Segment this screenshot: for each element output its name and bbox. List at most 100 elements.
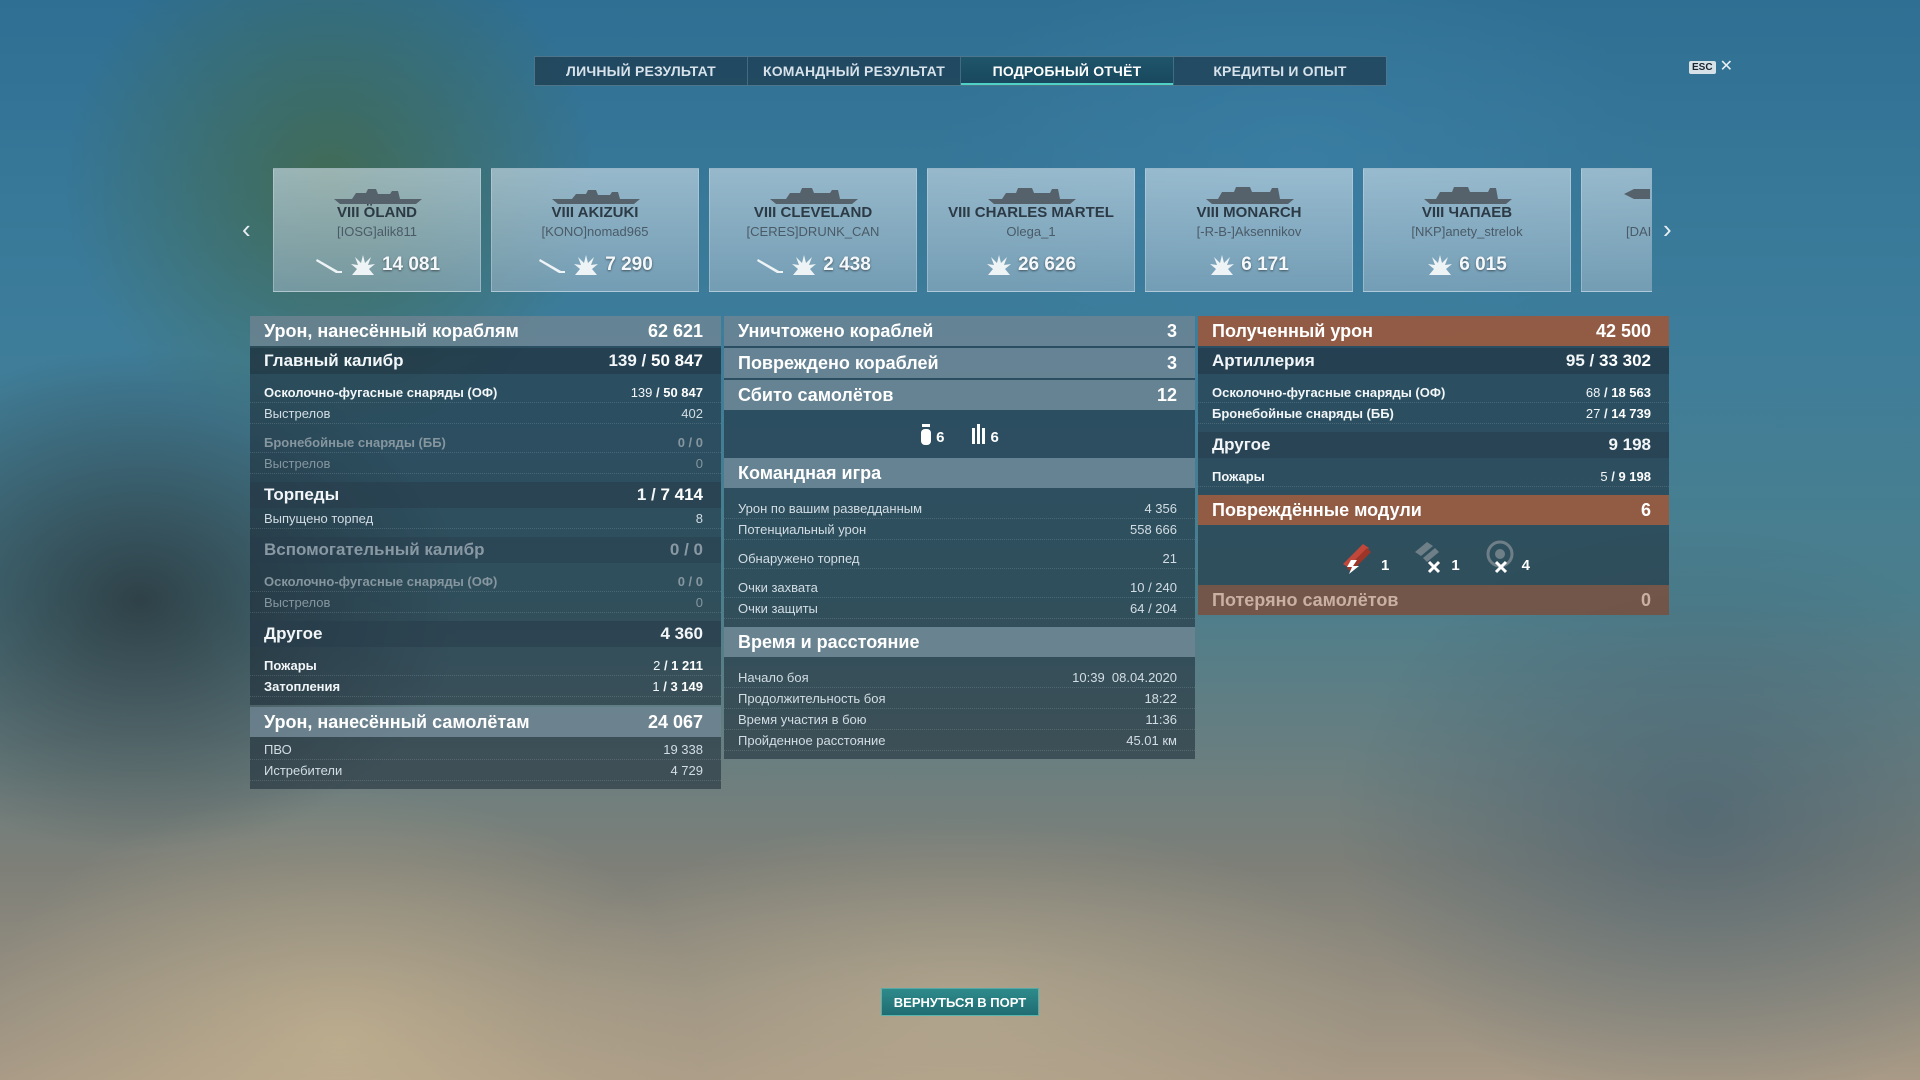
battle-duration-label: Продолжительность боя: [738, 690, 886, 706]
ship-damage-value: 26 626: [1017, 254, 1077, 275]
damaged-ships-label: Повреждено кораблей: [738, 352, 939, 373]
other-damage-row: Другое 4 360: [250, 621, 721, 647]
ship-card[interactable]: [DAI: [1581, 168, 1652, 292]
secondary-he-value: 0 / 0: [677, 573, 703, 589]
distance-value: 45.01 км: [1126, 732, 1177, 748]
turret-module-count: 4: [1521, 557, 1531, 574]
defense-points-value: 64 / 204: [1130, 600, 1177, 616]
turret-module-icon: [1486, 540, 1514, 574]
bomb-count: 6: [936, 429, 945, 446]
received-damage-label: Полученный урон: [1212, 320, 1373, 341]
received-other-label: Другое: [1212, 435, 1271, 454]
tab-credits-xp[interactable]: КРЕДИТЫ И ОПЫТ: [1174, 57, 1386, 85]
damage-icon: [792, 255, 817, 275]
received-other-value: 9 198: [1608, 435, 1651, 454]
time-distance-header: Время и расстояние: [724, 627, 1195, 657]
received-damage-panel: Полученный урон 42 500 Артиллерия 95 / 3…: [1198, 316, 1669, 495]
torpedoes-launched-label: Выпущено торпед: [264, 510, 374, 526]
time-in-battle-label: Время участия в бою: [738, 711, 867, 727]
potential-damage-value: 558 666: [1130, 521, 1177, 537]
ap-shots-label: Выстрелов: [264, 455, 331, 471]
ship-card[interactable]: VIII CLEVELAND [CERES]DRUNK_CAN 2 438: [709, 168, 917, 292]
received-he-row: Осколочно-фугасные снаряды (ОФ) 68 / 18 …: [1198, 382, 1669, 403]
close-button[interactable]: ESC ✕: [1689, 59, 1733, 75]
carousel-prev-arrow[interactable]: ‹: [242, 216, 251, 242]
secondary-he-row: Осколочно-фугасные снаряды (ОФ) 0 / 0: [250, 571, 721, 592]
fighters-value: 4 729: [670, 762, 703, 778]
destroyed-ships-row: Уничтожено кораблей 3: [724, 316, 1195, 346]
ship-card[interactable]: VIII AKIZUKI [KONO]nomad965 7 290: [491, 168, 699, 292]
tab-personal-result[interactable]: ЛИЧНЫЙ РЕЗУЛЬТАТ: [535, 57, 748, 85]
main-battery-value: 139 / 50 847: [608, 351, 703, 370]
ship-damage-panel: Урон, нанесённый кораблям 62 621 Главный…: [250, 316, 721, 705]
potential-damage-row: Потенциальный урон 558 666: [724, 519, 1195, 540]
ap-shots-value: 0: [695, 455, 703, 471]
defense-points-row: Очки защиты 64 / 204: [724, 598, 1195, 619]
esc-key-label: ESC: [1689, 60, 1716, 74]
lost-planes-label: Потеряно самолётов: [1212, 589, 1399, 610]
tab-team-result[interactable]: КОМАНДНЫЙ РЕЗУЛЬТАТ: [748, 57, 961, 85]
return-to-port-button[interactable]: ВЕРНУТЬСЯ В ПОРТ: [881, 988, 1039, 1016]
artillery-label: Артиллерия: [1212, 351, 1315, 370]
aa-gun-icon: [971, 424, 985, 444]
ship-damage-value: 2 438: [823, 254, 871, 275]
ship-card[interactable]: VIII CHARLES MARTEL Olega_1 26 626: [927, 168, 1135, 292]
fires-row: Пожары 2 / 1 211: [250, 655, 721, 676]
received-damage-value: 42 500: [1595, 320, 1651, 341]
aa-label: ПВО: [264, 741, 292, 757]
aa-row: ПВО 19 338: [250, 739, 721, 760]
torpedo-tube-module-icon: [1415, 542, 1441, 574]
damage-icon: [1428, 255, 1453, 275]
damaged-modules-label: Повреждённые модули: [1212, 499, 1422, 520]
spotting-damage-value: 4 356: [1144, 500, 1177, 516]
ap-shots-row: Выстрелов 0: [250, 453, 721, 474]
ship-damage-header: Урон, нанесённый кораблям 62 621: [250, 316, 721, 346]
he-shells-value: 139 / 50 847: [630, 384, 703, 400]
carousel-next-arrow[interactable]: ›: [1663, 216, 1672, 242]
he-shells-label: Осколочно-фугасные снаряды (ОФ): [264, 384, 498, 400]
floods-label: Затопления: [264, 678, 341, 694]
ship-name: VIII CLEVELAND: [753, 204, 873, 221]
ship-name: VIII MONARCH: [1196, 204, 1302, 221]
torpedoes-label: Торпеды: [264, 485, 340, 504]
battle-start-row: Начало боя 10:39 08.04.2020: [724, 667, 1195, 688]
other-damage-label: Другое: [264, 624, 323, 643]
ship-damage-value: 6 015: [1459, 254, 1507, 275]
torpedo-icon: [315, 259, 342, 273]
ship-damage-value: 14 081: [381, 254, 441, 275]
ap-shells-row: Бронебойные снаряды (ББ) 0 / 0: [250, 432, 721, 453]
torpedo-tube-module-count: 1: [1451, 557, 1460, 574]
floods-value: 1 / 3 149: [652, 678, 703, 694]
damaged-ships-row: Повреждено кораблей 3: [724, 348, 1195, 378]
secondary-battery-label: Вспомогательный калибр: [264, 540, 485, 559]
ship-silhouette-icon: [552, 190, 640, 204]
ship-carousel: VIII ÖLAND [IOSG]alik811 14 081 VIII AKI…: [273, 168, 1652, 292]
ship-silhouette-icon: [988, 188, 1076, 204]
damaged-ships-value: 3: [1166, 352, 1177, 373]
battle-start-label: Начало боя: [738, 669, 809, 685]
damaged-modules-panel: Повреждённые модули 6 1 1 4: [1198, 495, 1669, 585]
ship-card[interactable]: VIII ÖLAND [IOSG]alik811 14 081: [273, 168, 481, 292]
ship-card[interactable]: VIII ЧАПАЕВ [NKP]anety_strelok 6 015: [1363, 168, 1571, 292]
lost-planes-panel: Потеряно самолётов 0: [1198, 585, 1669, 615]
planes-shot-down-label: Сбито самолётов: [738, 384, 894, 405]
ship-stats: 2 438: [710, 253, 916, 277]
torpedoes-spotted-label: Обнаружено торпед: [738, 550, 860, 566]
ship-class-icon: [1624, 189, 1650, 199]
tab-detailed-report[interactable]: ПОДРОБНЫЙ ОТЧЁТ: [961, 57, 1174, 85]
ship-name: VIII ÖLAND: [336, 204, 417, 221]
battle-start-value: 10:39 08.04.2020: [1072, 669, 1177, 685]
ship-stats: 14 081: [274, 253, 480, 277]
spotting-damage-label: Урон по вашим разведданным: [738, 500, 923, 516]
received-other-row: Другое 9 198: [1198, 432, 1669, 458]
damage-icon: [574, 255, 599, 275]
battle-summary-column: Уничтожено кораблей 3 Повреждено корабле…: [724, 316, 1195, 759]
damage-dealt-column: Урон, нанесённый кораблям 62 621 Главный…: [250, 316, 721, 789]
torpedoes-spotted-value: 21: [1162, 550, 1177, 566]
ship-name: VIII AKIZUKI: [551, 204, 639, 221]
he-shots-row: Выстрелов 402: [250, 403, 721, 424]
aa-gun-count: 6: [990, 429, 999, 446]
ship-card[interactable]: VIII MONARCH [-R-B-]Aksennikov 6 171: [1145, 168, 1353, 292]
destroyed-ships-label: Уничтожено кораблей: [738, 320, 934, 341]
aa-value: 19 338: [663, 741, 703, 757]
